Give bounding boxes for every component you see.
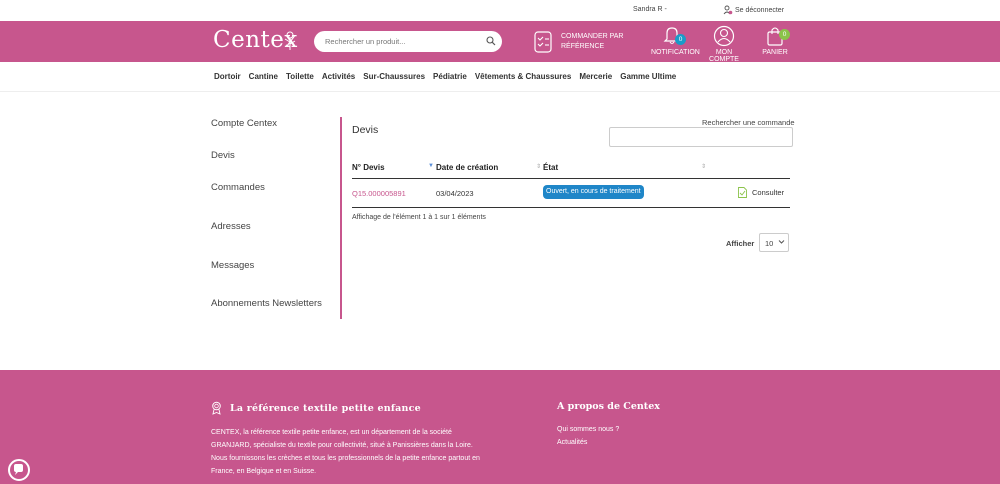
status-badge: Ouvert, en cours de traitement xyxy=(543,185,644,199)
order-by-ref-line2: référence xyxy=(561,43,605,50)
nav-item[interactable]: Sur-Chaussures xyxy=(363,72,425,81)
sort-icon[interactable]: ⇕ xyxy=(701,163,706,170)
table-row: Q15.000005891 03/04/2023 Ouvert, en cour… xyxy=(352,179,790,208)
nav-item[interactable]: Activités xyxy=(322,72,355,81)
nav-item[interactable]: Mercerie xyxy=(579,72,612,81)
footer-about-title: A propos de Centex xyxy=(557,401,660,412)
notification-label: Notification xyxy=(651,49,700,56)
page-title: Devis xyxy=(352,124,379,136)
sidebar-item-newsletters[interactable]: Abonnements Newsletters xyxy=(211,298,322,309)
cart-badge: 0 xyxy=(779,29,790,40)
nav-item[interactable]: Pédiatrie xyxy=(433,72,467,81)
footer-link-news[interactable]: Actualités xyxy=(557,439,587,446)
table-info: Affichage de l'élément 1 à 1 sur 1 éléme… xyxy=(352,214,486,221)
chat-widget-button[interactable] xyxy=(8,459,30,481)
per-page-label: Afficher xyxy=(726,239,755,248)
account-button[interactable]: Mon compte xyxy=(703,25,745,63)
product-search xyxy=(314,31,502,52)
per-page-value: 10 xyxy=(765,239,774,248)
logout-label: Se déconnecter xyxy=(735,6,785,14)
category-nav: Dortoir Cantine Toilette Activités Sur-Chaus… xyxy=(0,62,1000,92)
order-search-label: Rechercher une commande xyxy=(702,118,795,127)
flower-logo-icon xyxy=(284,31,296,50)
column-header-number[interactable]: N° Devis xyxy=(352,163,385,172)
per-page-select[interactable]: 10 xyxy=(759,233,789,252)
quotes-table: N° Devis ▼ Date de création ⇕ État ⇕ Q15… xyxy=(352,160,790,208)
chat-icon xyxy=(14,464,23,475)
consult-button[interactable]: Consulter xyxy=(738,187,784,198)
top-bar: Sandra R - Se déconnecter xyxy=(0,0,1000,21)
footer-title: La référence textile petite enfance xyxy=(230,403,421,414)
sort-desc-icon[interactable]: ▼ xyxy=(428,163,434,169)
nav-item[interactable]: Cantine xyxy=(249,72,278,81)
column-header-date[interactable]: Date de création xyxy=(436,163,498,172)
search-input[interactable] xyxy=(325,35,480,48)
order-search-input[interactable] xyxy=(609,127,793,147)
user-icon xyxy=(723,5,733,15)
account-sidebar: Compte Centex Devis Commandes Adresses M… xyxy=(211,117,342,319)
notification-button[interactable]: Notification xyxy=(651,25,700,56)
nav-item[interactable]: Dortoir xyxy=(214,72,241,81)
footer-link-about[interactable]: Qui sommes nous ? xyxy=(557,426,619,433)
sidebar-item-devis[interactable]: Devis xyxy=(211,150,235,161)
account-label: Mon compte xyxy=(709,49,739,63)
nav-item[interactable]: Gamme Ultime xyxy=(620,72,676,81)
cart-label: Panier xyxy=(762,49,788,56)
sidebar-item-commandes[interactable]: Commandes xyxy=(211,182,265,193)
notification-badge: 0 xyxy=(675,34,686,45)
table-header: N° Devis ▼ Date de création ⇕ État ⇕ xyxy=(352,160,790,179)
nav-item[interactable]: Toilette xyxy=(286,72,314,81)
site-footer: La référence textile petite enfance CENT… xyxy=(0,370,1000,484)
user-name: Sandra R - xyxy=(633,6,667,13)
order-by-ref-line1: Commander par xyxy=(561,33,624,40)
order-by-reference-button[interactable]: Commander par référence xyxy=(533,30,623,54)
checklist-icon xyxy=(534,31,552,53)
column-header-status[interactable]: État xyxy=(543,163,558,172)
account-icon xyxy=(713,25,735,47)
document-icon xyxy=(738,187,747,198)
quote-date: 03/04/2023 xyxy=(436,189,474,198)
award-icon xyxy=(212,401,221,415)
quote-number-link[interactable]: Q15.000005891 xyxy=(352,189,406,198)
sort-icon[interactable]: ⇕ xyxy=(536,163,541,170)
sidebar-item-messages[interactable]: Messages xyxy=(211,260,254,271)
consult-label: Consulter xyxy=(752,188,785,197)
nav-item[interactable]: Vêtements & Chaussures xyxy=(475,72,571,81)
main-header: Centex Commander par référence Notificat… xyxy=(0,21,1000,63)
sidebar-item-adresses[interactable]: Adresses xyxy=(211,221,251,232)
search-icon[interactable] xyxy=(486,36,496,46)
chevron-down-icon xyxy=(778,240,785,244)
sidebar-item-compte[interactable]: Compte Centex xyxy=(211,118,277,129)
logout-link[interactable]: Se déconnecter xyxy=(723,5,784,15)
footer-description: CENTEX, la référence textile petite enfa… xyxy=(211,429,480,475)
